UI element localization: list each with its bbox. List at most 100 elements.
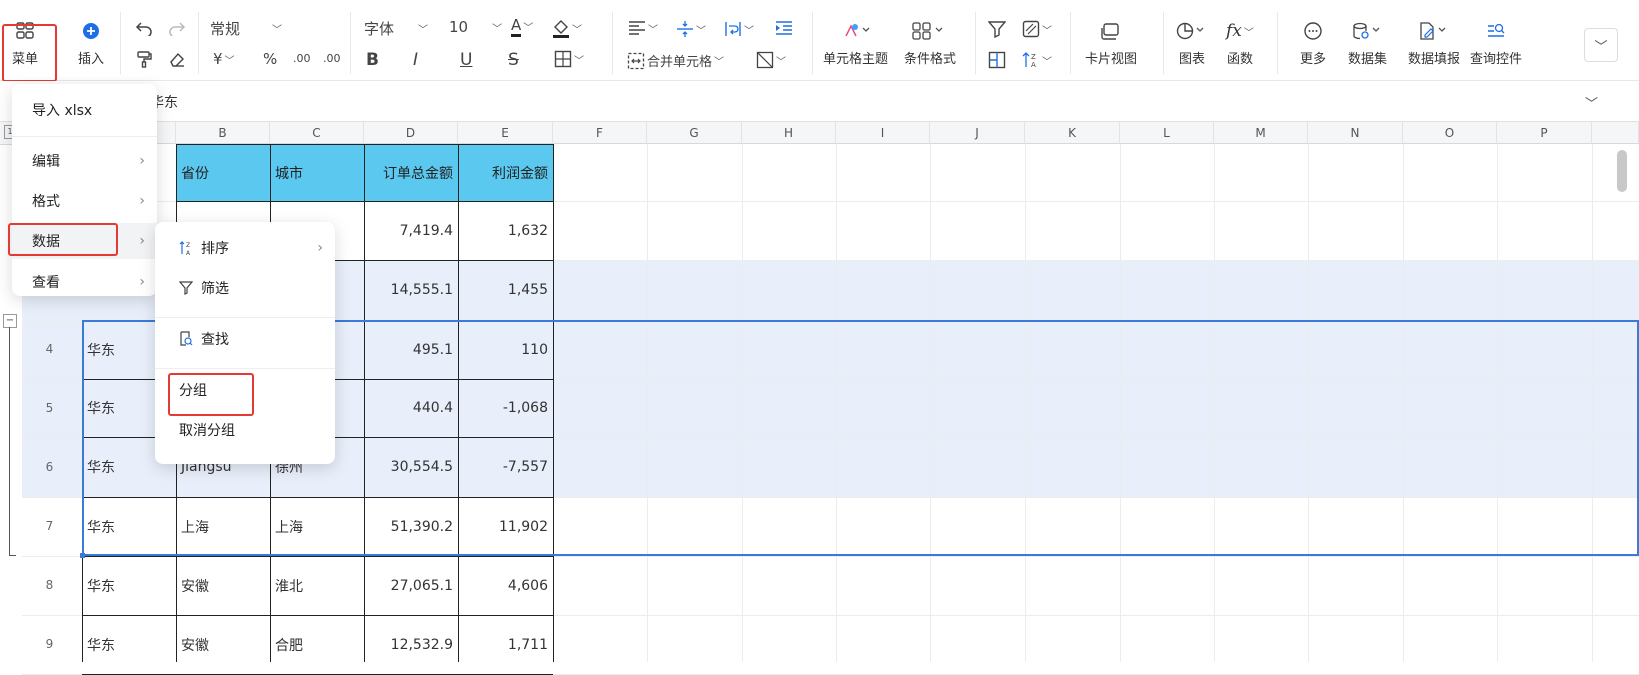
svg-text:Z: Z [186,242,190,249]
column-header[interactable]: L [1120,122,1214,144]
table-cell[interactable]: 1,455 [458,260,553,320]
increase-decimal-icon[interactable]: .00 [323,52,341,65]
row-header[interactable]: 8 [22,556,77,615]
svg-text:A: A [1031,61,1036,69]
undo-icon[interactable] [135,20,153,36]
column-header[interactable]: I [836,122,930,144]
table-cell[interactable]: 14,555.1 [364,260,458,320]
column-header[interactable]: C [270,122,364,144]
submenu-item-sort[interactable]: ZA 排序 › [155,230,335,266]
column-header[interactable]: E [458,122,553,144]
column-header[interactable]: O [1403,122,1497,144]
column-header[interactable]: F [553,122,647,144]
more-button[interactable]: 更多 [1300,18,1326,67]
menu-item-view[interactable]: 查看 › [12,264,157,300]
italic-button[interactable]: I [413,50,418,70]
header-cell[interactable]: 订单总金额 [364,144,458,201]
border-button[interactable]: ﹀ [554,50,584,68]
menu-highlight [2,24,57,82]
svg-text:Z: Z [1031,53,1036,61]
table-cell[interactable]: 安徽 [176,556,270,615]
row-header[interactable]: 7 [22,497,77,556]
insert-button[interactable]: 插入 [78,18,104,67]
sort-button[interactable]: ZA ﹀ [1022,51,1052,69]
merge-cells-label: 合并单元格 [647,55,713,70]
menu-item-format[interactable]: 格式 › [12,183,157,219]
row-header[interactable]: 4 [22,320,77,379]
expand-formula-icon[interactable]: ﹀ [1585,93,1598,112]
cell-theme-button[interactable]: 单元格主题 [823,18,888,67]
underline-button[interactable]: U [460,50,472,70]
fill-color-button[interactable]: ﹀ [552,18,582,38]
conditional-format-button[interactable]: 条件格式 [904,18,956,67]
column-header[interactable]: J [930,122,1025,144]
table-cell[interactable]: 7,419.4 [364,201,458,260]
diagonal-border-button[interactable]: ﹀ [756,51,786,69]
header-cell[interactable]: 利润金额 [458,144,553,201]
header-cell[interactable]: 城市 [270,144,364,201]
strikethrough-button[interactable]: S [508,50,519,70]
column-header[interactable]: G [647,122,742,144]
chevron-down-icon: ﹀ [492,23,503,35]
row-header[interactable]: 9 [22,615,77,674]
protect-button[interactable]: ﹀ [1022,20,1052,38]
row-header[interactable]: 6 [22,437,77,497]
column-header[interactable]: B [176,122,270,144]
column-header[interactable]: D [364,122,458,144]
bold-button[interactable]: B [366,50,379,70]
table-cell[interactable]: 华东 [82,615,176,674]
decrease-decimal-icon[interactable]: .00 [293,52,311,65]
table-cell[interactable]: 淮北 [270,556,364,615]
menu-item-edit[interactable]: 编辑 › [12,143,157,179]
more-circle-icon [1304,18,1322,44]
menu-item-label: 编辑 [32,154,60,170]
menu-item-import-xlsx[interactable]: 导入 xlsx [12,92,157,128]
function-button[interactable]: fx ﹀ 函数 [1226,18,1254,67]
table-cell[interactable]: 12,532.9 [364,615,458,674]
submenu-item-label: 排序 [201,241,229,257]
format-painter-icon[interactable] [135,50,153,68]
table-cell[interactable]: 1,632 [458,201,553,260]
query-control-button[interactable]: 查询控件 [1470,18,1522,67]
chevron-down-icon: ﹀ [418,25,429,36]
submenu-item-ungroup[interactable]: 取消分组 [155,412,335,448]
submenu-item-find[interactable]: 查找 [155,321,335,357]
redo-icon[interactable] [168,20,186,36]
merge-cells-button[interactable]: 合并单元格 ﹀ [627,51,724,70]
percent-button[interactable]: % [263,50,277,68]
vertical-align-button[interactable]: ﹀ [676,20,706,38]
table-cell[interactable]: 安徽 [176,615,270,674]
font-size-select[interactable]: 10 ﹀ [449,18,502,36]
submenu-item-filter[interactable]: 筛选 [155,270,335,306]
table-cell[interactable]: 合肥 [270,615,364,674]
selection-fill-handle[interactable] [80,553,85,558]
text-wrap-button[interactable]: ﹀ [724,20,754,38]
table-cell[interactable]: 1,711 [458,615,553,674]
vertical-scrollbar-thumb[interactable] [1617,150,1627,192]
font-color-button[interactable]: A ﹀ [511,16,533,37]
column-header[interactable]: K [1025,122,1120,144]
column-header[interactable]: H [742,122,836,144]
header-cell[interactable]: 省份 [176,144,270,201]
column-header[interactable]: P [1497,122,1592,144]
filter-icon[interactable] [988,20,1006,38]
font-name-select[interactable]: 字体 ﹀ [364,18,428,39]
column-header[interactable]: N [1308,122,1403,144]
indent-button[interactable] [775,20,793,36]
table-cell[interactable]: 华东 [82,556,176,615]
eraser-icon[interactable] [168,50,186,68]
row-header[interactable]: 5 [22,379,77,437]
collapse-toolbar-button[interactable]: ﹀ [1584,28,1618,62]
table-cell[interactable]: 27,065.1 [364,556,458,615]
horizontal-align-button[interactable]: ﹀ [628,20,658,36]
card-view-button[interactable]: 卡片视图 [1085,18,1137,67]
group-collapse-button[interactable]: − [3,314,17,328]
dataset-button[interactable]: 数据集 [1348,18,1387,67]
table-cell[interactable]: 4,606 [458,556,553,615]
currency-button[interactable]: ¥ ﹀ [213,50,235,68]
freeze-pane-icon[interactable] [988,51,1006,69]
number-format-select[interactable]: 常规 ﹀ [210,18,282,39]
column-header[interactable]: M [1214,122,1308,144]
chart-button[interactable]: 图表 [1176,18,1208,67]
data-fill-button[interactable]: 数据填报 [1408,18,1460,67]
